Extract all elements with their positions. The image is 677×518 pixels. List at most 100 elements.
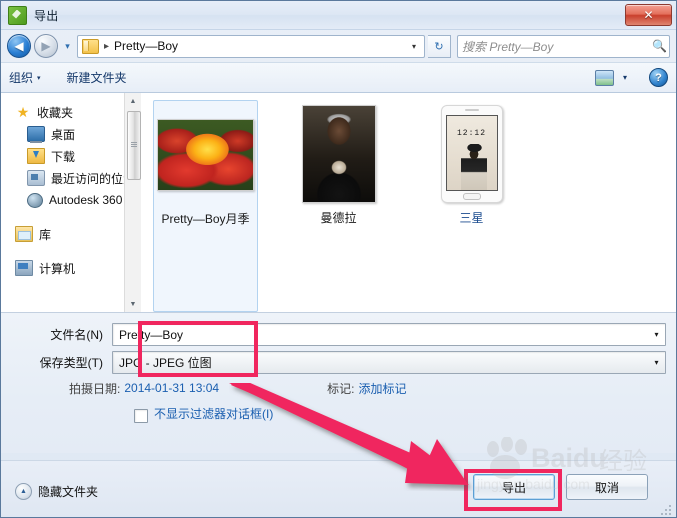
sidebar-item-label: Autodesk 360: [49, 193, 123, 207]
filename-row: 文件名(N) Pretty—Boy ▾: [11, 323, 666, 346]
history-dropdown-button[interactable]: ▾: [61, 41, 74, 52]
sidebar-item-label: 最近访问的位置: [51, 171, 136, 186]
options-area: 不显示过滤器对话框(I): [1, 401, 676, 453]
command-toolbar: 组织 ▾ 新建文件夹 ▾ ?: [1, 62, 676, 93]
file-tile-mandela[interactable]: 曼德拉: [286, 103, 391, 312]
organize-label: 组织: [9, 71, 34, 85]
cloud-icon: [27, 192, 43, 208]
close-button[interactable]: ✕: [625, 4, 672, 26]
date-taken-value[interactable]: 2014-01-31 13:04: [124, 381, 219, 395]
sidebar-item-label: 库: [39, 227, 52, 242]
phone-screen: 12:12: [445, 115, 498, 191]
thumbnail-wrap: [154, 104, 257, 206]
file-tile-pretty-boy[interactable]: Pretty—Boy月季: [153, 100, 258, 312]
file-list[interactable]: Pretty—Boy月季 曼德拉 12:12 三星: [141, 93, 676, 312]
export-file-dialog: 导出 ✕ ◀ ▶ ▾ ▸ Pretty—Boy ▾ ↻ 搜索 Pretty—Bo…: [0, 0, 677, 518]
export-button-label: 导出: [501, 480, 526, 495]
cancel-button[interactable]: 取消: [566, 474, 648, 500]
filename-chevron-down-icon[interactable]: ▾: [648, 325, 665, 344]
search-icon: 🔍: [652, 39, 667, 53]
organize-button[interactable]: 组织 ▾: [9, 69, 41, 86]
breadcrumb-current-folder[interactable]: Pretty—Boy: [114, 39, 178, 53]
desktop-icon: [27, 126, 45, 143]
tags-value[interactable]: 添加标记: [358, 380, 406, 397]
chevron-down-icon: ▾: [37, 74, 41, 82]
scrollbar-thumb[interactable]: [127, 111, 141, 180]
close-icon: ✕: [643, 8, 654, 22]
help-button[interactable]: ?: [649, 68, 668, 87]
export-button[interactable]: 导出: [473, 474, 555, 500]
download-icon: [27, 148, 45, 164]
forward-button[interactable]: ▶: [34, 34, 58, 58]
scroll-down-icon[interactable]: ▼: [125, 296, 141, 312]
back-arrow-icon: ◀: [14, 39, 24, 53]
filetype-select[interactable]: JPG - JPEG 位图 ▾: [112, 351, 666, 374]
back-button[interactable]: ◀: [7, 34, 31, 58]
save-form: 文件名(N) Pretty—Boy ▾ 保存类型(T) JPG - JPEG 位…: [1, 313, 676, 401]
forward-arrow-icon: ▶: [41, 39, 51, 53]
view-mode-icon[interactable]: [594, 69, 614, 86]
mandela-portrait-thumbnail: [301, 105, 376, 203]
file-tile-label: 曼德拉: [320, 211, 357, 225]
sidebar-item-label: 桌面: [51, 127, 76, 142]
sidebar-scrollbar[interactable]: ▲ ▼: [124, 93, 141, 312]
filter-dialog-checkbox[interactable]: [134, 409, 148, 423]
filetype-chevron-down-icon[interactable]: ▾: [648, 353, 665, 372]
filter-dialog-checkbox-label[interactable]: 不显示过滤器对话框(I): [154, 407, 274, 422]
new-folder-button[interactable]: 新建文件夹: [67, 69, 127, 86]
address-dropdown-icon[interactable]: ▾: [406, 42, 422, 51]
file-tile-label: 三星: [459, 211, 484, 225]
sidebar-item-computer[interactable]: 计算机: [1, 257, 141, 279]
phone-home-button-icon: [462, 193, 481, 200]
sidebar-item-autodesk-360[interactable]: Autodesk 360: [1, 189, 141, 211]
date-taken-label: 拍摄日期:: [69, 381, 121, 396]
phone-clock-label: 12:12: [456, 129, 486, 138]
file-tile-samsung[interactable]: 12:12 三星: [419, 103, 524, 312]
library-icon: [15, 226, 33, 242]
sidebar-item-downloads[interactable]: 下载: [1, 145, 141, 167]
sidebar-item-desktop[interactable]: 桌面: [1, 123, 141, 145]
computer-icon: [15, 260, 33, 276]
filename-input[interactable]: Pretty—Boy ▾: [112, 323, 666, 346]
sidebar-item-libraries[interactable]: 库: [1, 223, 141, 245]
filetype-label: 保存类型(T): [39, 356, 103, 370]
refresh-icon: ↻: [434, 40, 444, 53]
title-bar: 导出 ✕: [1, 1, 676, 30]
sidebar-item-label: 计算机: [39, 261, 76, 276]
browser-area: ★ 收藏夹 桌面 下载 最近访问的位置 Autodesk 360 库 计算机 ▲…: [1, 93, 676, 313]
filename-label: 文件名(N): [50, 328, 103, 342]
rose-photo-thumbnail: [157, 119, 254, 191]
help-icon: ?: [655, 71, 662, 84]
metadata-row: 拍摄日期: 2014-01-31 13:04 标记: 添加标记: [11, 379, 666, 397]
sidebar-item-favorites[interactable]: ★ 收藏夹: [1, 101, 141, 123]
resize-grip[interactable]: [661, 503, 673, 515]
filename-value: Pretty—Boy: [119, 327, 184, 342]
folder-icon: [82, 38, 99, 54]
address-bar[interactable]: ▸ Pretty—Boy ▾: [77, 34, 425, 58]
hide-folders-label: 隐藏文件夹: [38, 485, 99, 499]
export-icon: [8, 5, 27, 25]
sidebar-item-label: 收藏夹: [37, 105, 74, 120]
filetype-value: JPG - JPEG 位图: [119, 356, 212, 370]
sidebar-item-recent-places[interactable]: 最近访问的位置: [1, 167, 141, 189]
star-icon: ★: [16, 104, 30, 120]
sidebar-item-label: 下载: [51, 149, 76, 164]
phone-speaker-icon: [464, 109, 479, 111]
view-mode-chevron-down-icon[interactable]: ▾: [623, 73, 627, 82]
dialog-footer: ▲ 隐藏文件夹 导出 取消: [1, 460, 676, 517]
search-box[interactable]: 搜索 Pretty—Boy 🔍: [457, 34, 670, 58]
cancel-button-label: 取消: [594, 480, 619, 495]
chevron-up-icon: ▲: [15, 483, 32, 500]
recent-places-icon: [27, 170, 45, 186]
search-input[interactable]: 搜索 Pretty—Boy: [462, 38, 652, 55]
scroll-up-icon[interactable]: ▲: [125, 93, 141, 109]
filter-dialog-checkbox-row[interactable]: 不显示过滤器对话框(I): [134, 407, 676, 423]
phone-wallpaper-figure: [460, 144, 487, 190]
filetype-row: 保存类型(T) JPG - JPEG 位图 ▾: [11, 351, 666, 374]
refresh-button[interactable]: ↻: [428, 34, 451, 58]
samsung-phone-thumbnail: 12:12: [440, 105, 503, 203]
thumbnail-wrap: 12:12: [419, 103, 524, 205]
hide-folders-button[interactable]: ▲ 隐藏文件夹: [15, 483, 98, 500]
